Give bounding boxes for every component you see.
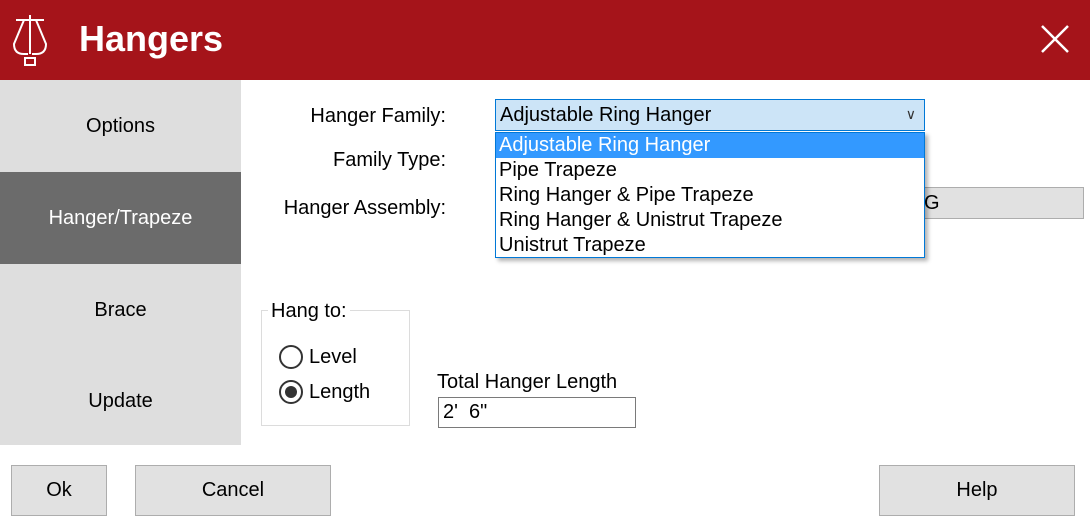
- dropdown-option[interactable]: Ring Hanger & Unistrut Trapeze: [496, 208, 924, 233]
- hanger-family-select[interactable]: Adjustable Ring Hanger ∨: [495, 99, 925, 131]
- sidebar-item-options[interactable]: Options: [0, 80, 241, 172]
- sidebar-item-hanger-trapeze[interactable]: Hanger/Trapeze: [0, 172, 241, 264]
- cancel-button[interactable]: Cancel: [135, 465, 331, 516]
- ok-button[interactable]: Ok: [11, 465, 107, 516]
- close-icon[interactable]: [1038, 22, 1072, 56]
- dropdown-option[interactable]: Adjustable Ring Hanger: [496, 133, 924, 158]
- help-button[interactable]: Help: [879, 465, 1075, 516]
- window-title: Hangers: [79, 18, 224, 59]
- hanger-family-value: Adjustable Ring Hanger: [500, 104, 712, 126]
- radio-level-label: Level: [309, 345, 357, 368]
- hanger-assembly-value: G: [924, 192, 940, 214]
- dropdown-option[interactable]: Unistrut Trapeze: [496, 233, 924, 258]
- family-type-label: Family Type:: [333, 149, 446, 171]
- hanger-family-label: Hanger Family:: [310, 105, 446, 127]
- sidebar: Options Hanger/Trapeze Brace Update: [0, 80, 241, 445]
- radio-length-label: Length: [309, 380, 371, 403]
- radio-length[interactable]: Length: [279, 380, 370, 404]
- sidebar-item-brace[interactable]: Brace: [0, 264, 241, 356]
- total-length-label: Total Hanger Length: [437, 371, 618, 393]
- app-logo-icon: [12, 15, 48, 66]
- radio-checked-icon: [279, 380, 303, 404]
- title-bar: Hangers: [0, 0, 1090, 80]
- radio-level[interactable]: Level: [279, 345, 357, 369]
- hanger-family-dropdown-list: Adjustable Ring Hanger Pipe Trapeze Ring…: [495, 132, 925, 258]
- total-length-input[interactable]: 2' 6": [438, 397, 636, 428]
- hang-to-title: Hang to:: [268, 300, 350, 323]
- dropdown-option[interactable]: Ring Hanger & Pipe Trapeze: [496, 183, 924, 208]
- sidebar-item-update[interactable]: Update: [0, 355, 241, 447]
- chevron-down-icon: ∨: [905, 106, 916, 122]
- radio-unchecked-icon: [279, 345, 303, 369]
- dropdown-option[interactable]: Pipe Trapeze: [496, 158, 924, 183]
- hanger-assembly-label: Hanger Assembly:: [283, 197, 446, 219]
